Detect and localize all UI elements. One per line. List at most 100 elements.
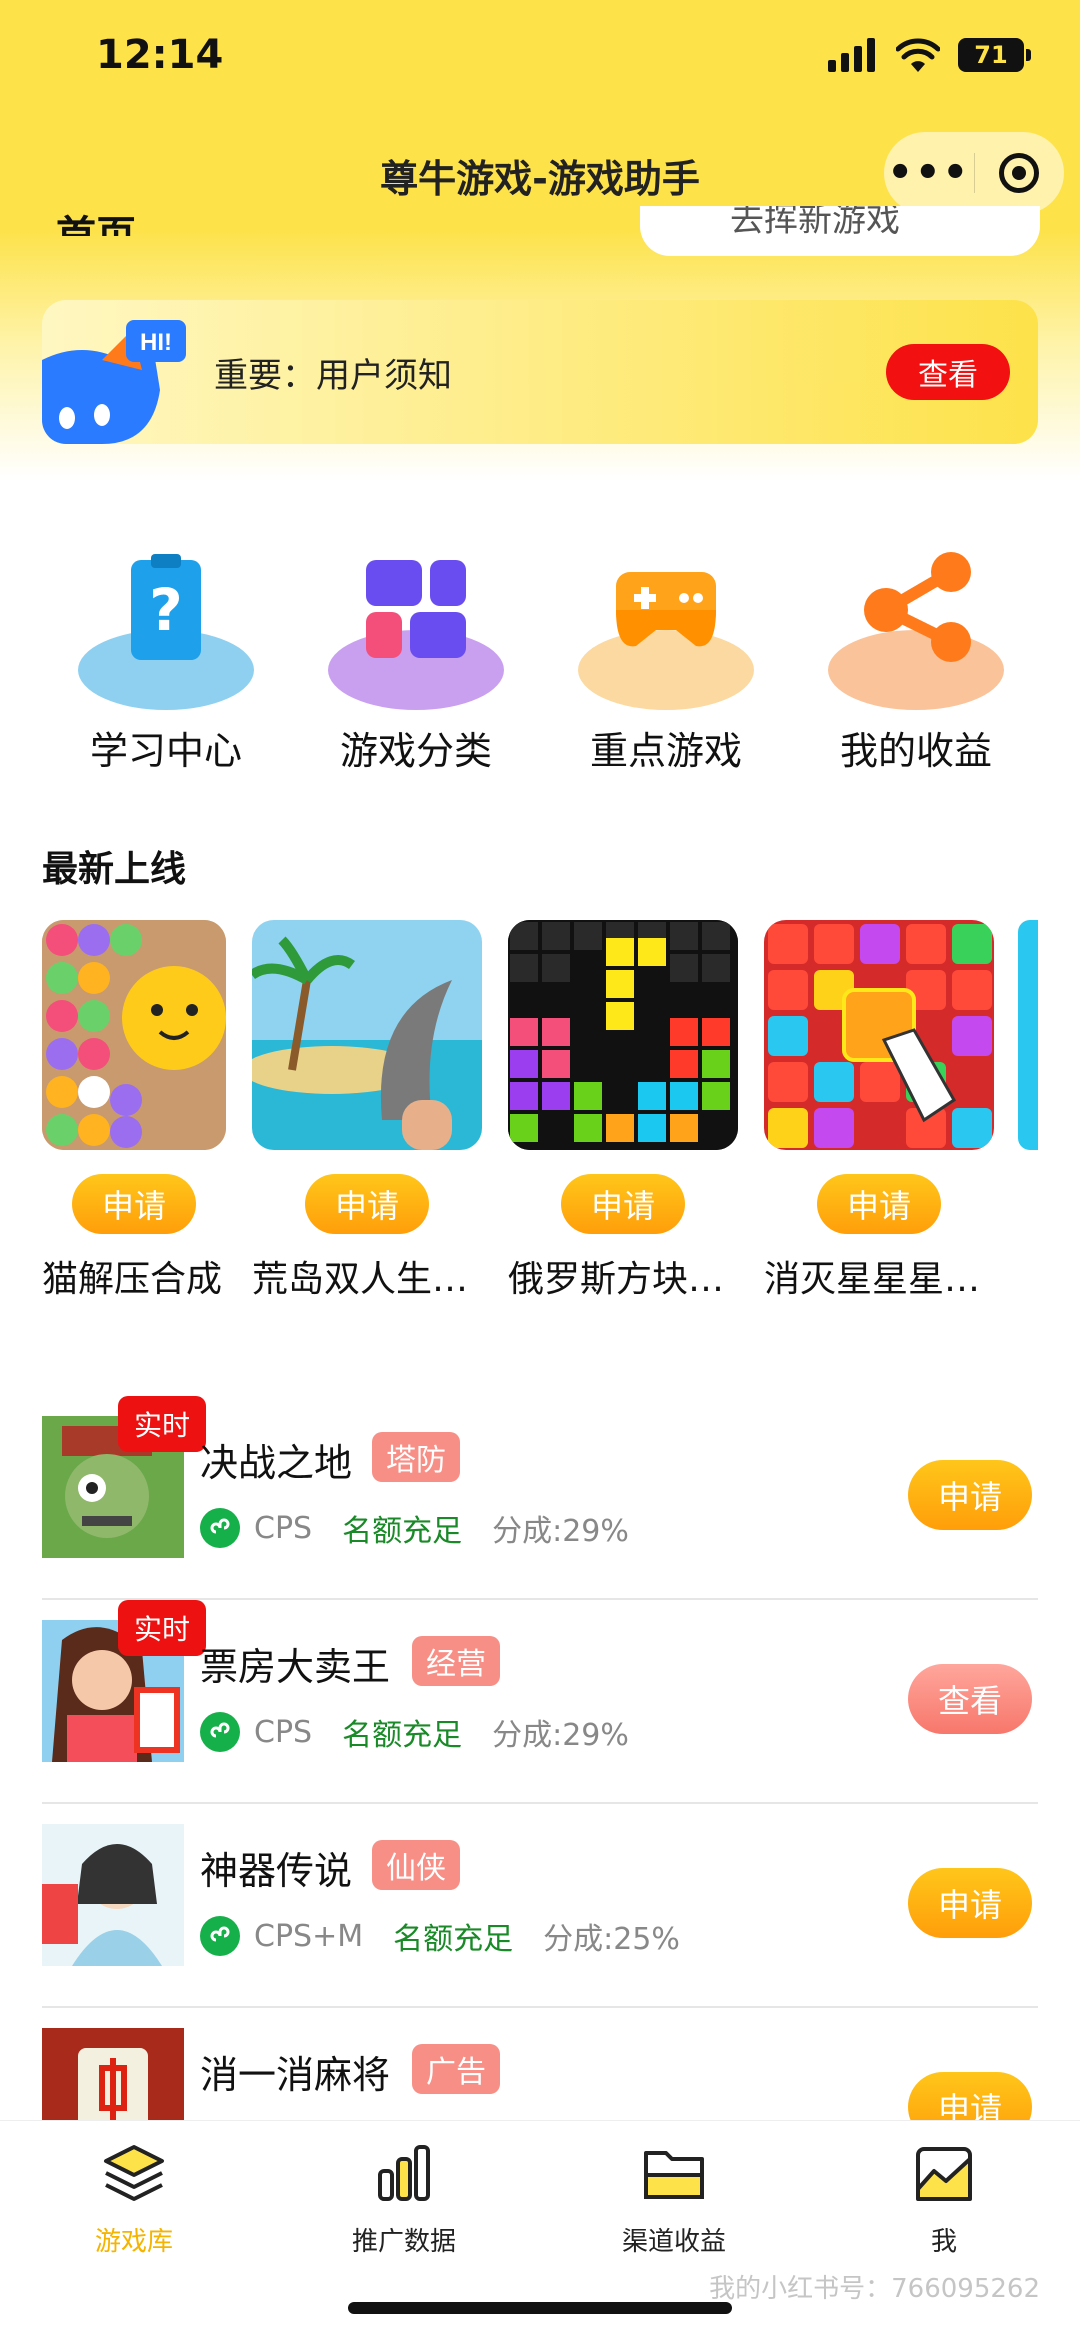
tetris-game-art	[508, 920, 738, 1150]
wifi-icon	[896, 38, 940, 72]
game-thumbnail	[42, 1824, 184, 1966]
revenue-share: 分成:29%	[492, 1718, 629, 1753]
question-clipboard-icon: ?	[78, 554, 254, 710]
new-game-card[interactable]: 申请 俄罗斯方块…	[508, 920, 738, 1302]
tab-label: 我	[930, 2227, 957, 2257]
artifact-game-art	[42, 1824, 184, 1966]
watermark-text: 我的小红书号：766095262	[709, 2274, 1040, 2304]
signal-icon	[828, 38, 875, 72]
search-bar[interactable]: 去挥新游戏	[640, 206, 1040, 256]
quick-learning-center[interactable]: ? 学习中心	[56, 550, 276, 775]
status-bar: 12:14 71	[0, 0, 1080, 120]
apply-button[interactable]: 申请	[817, 1174, 941, 1234]
new-game-card[interactable]: 申请 荒岛双人生…	[252, 920, 482, 1302]
quick-key-games[interactable]: 重点游戏	[556, 550, 776, 775]
quota-status: 名额充足	[342, 1718, 463, 1753]
tab-promo-data[interactable]: 推广数据	[304, 2141, 504, 2258]
quick-label: 游戏分类	[339, 729, 492, 773]
close-miniprogram-button[interactable]	[975, 153, 1065, 193]
notice-view-button[interactable]: 查看	[886, 344, 1010, 400]
revenue-share: 分成:29%	[492, 1514, 629, 1549]
island-game-art	[252, 920, 482, 1150]
svg-text:?: ?	[149, 576, 183, 644]
game-thumbnail	[508, 920, 738, 1150]
apply-button[interactable]: 申请	[908, 1868, 1032, 1938]
game-name: 消一消麻将	[200, 2053, 391, 2097]
tab-me[interactable]: 我	[844, 2141, 1044, 2258]
game-name: 神器传说	[200, 1849, 353, 1893]
tab-label: 游戏库	[94, 2227, 173, 2257]
tab-label: 渠道收益	[621, 2227, 726, 2257]
quick-label: 学习中心	[89, 729, 242, 773]
billing-type: CPS+M	[254, 1918, 364, 1954]
quick-my-earnings[interactable]: 我的收益	[806, 550, 1026, 775]
next-game-peek	[1018, 920, 1038, 1150]
section-title-newest: 最新上线	[42, 849, 187, 890]
game-list-row[interactable]: 实时 决战之地 塔防 CPS 名额充足 分成:29% 申请	[42, 1396, 1038, 1600]
target-icon	[999, 153, 1040, 193]
svg-text:HI!: HI!	[140, 329, 172, 356]
quota-status: 名额充足	[342, 1514, 463, 1549]
notice-banner[interactable]: HI! 重要：用户须知 查看	[42, 300, 1038, 444]
game-meta: CPS 名额充足 分成:29%	[200, 1506, 629, 1550]
game-name: 决战之地	[200, 1441, 353, 1485]
battery-indicator: 71	[958, 38, 1031, 72]
new-game-card[interactable]: 申请 猫解压合成	[42, 920, 226, 1302]
game-meta: CPS+M 名额充足 分成:25%	[200, 1914, 680, 1958]
genre-tag: 仙侠	[372, 1840, 460, 1890]
billing-type: CPS	[254, 1510, 313, 1546]
category-grid-icon	[328, 560, 504, 710]
view-button[interactable]: 查看	[908, 1664, 1032, 1734]
quota-status: 名额充足	[393, 1922, 514, 1957]
apply-button[interactable]: 申请	[305, 1174, 429, 1234]
game-name: 荒岛双人生…	[252, 1259, 469, 1300]
gamepad-icon	[578, 572, 754, 710]
cat-game-art	[42, 920, 226, 1150]
miniprogram-capsule: •••	[884, 132, 1064, 214]
tab-channel-earnings[interactable]: 渠道收益	[574, 2141, 774, 2258]
genre-tag: 塔防	[372, 1432, 460, 1482]
share-nodes-icon	[828, 552, 1004, 710]
new-game-card[interactable]: 申请 消灭星星星…	[764, 920, 994, 1302]
game-thumbnail	[764, 920, 994, 1150]
tab-label: 推广数据	[351, 2227, 456, 2257]
quick-label: 我的收益	[839, 729, 992, 773]
game-list-row[interactable]: 神器传说 仙侠 CPS+M 名额充足 分成:25% 申请	[42, 1804, 1038, 2008]
miniprogram-icon	[200, 1712, 240, 1752]
tab-game-library[interactable]: 游戏库	[34, 2141, 234, 2258]
apply-button[interactable]: 申请	[908, 1460, 1032, 1530]
game-meta: CPS 名额充足 分成:29%	[200, 1710, 629, 1754]
quick-label: 重点游戏	[589, 729, 742, 773]
home-indicator	[348, 2302, 732, 2314]
home-heading: 首页	[56, 213, 136, 236]
game-list-row[interactable]: 实时 票房大卖王 经营 CPS 名额充足 分成:29% 查看	[42, 1600, 1038, 1804]
apply-button[interactable]: 申请	[72, 1174, 196, 1234]
live-badge: 实时	[118, 1600, 206, 1656]
game-name: 猫解压合成	[42, 1259, 223, 1300]
genre-tag: 广告	[412, 2044, 500, 2094]
quick-game-category[interactable]: 游戏分类	[306, 550, 526, 775]
layers-icon	[104, 2145, 164, 2201]
mascot-hi-icon: HI!	[42, 320, 186, 444]
live-badge: 实时	[118, 1396, 206, 1452]
genre-tag: 经营	[412, 1636, 500, 1686]
notice-text: 重要：用户须知	[214, 356, 452, 396]
game-thumbnail	[42, 920, 226, 1150]
star-game-art	[764, 920, 994, 1150]
trend-image-icon	[916, 2147, 972, 2201]
game-name: 俄罗斯方块…	[508, 1259, 725, 1300]
miniprogram-icon	[200, 1508, 240, 1548]
more-menu-button[interactable]: •••	[884, 132, 974, 214]
revenue-share: 分成:25%	[543, 1922, 680, 1957]
folder-icon	[644, 2151, 704, 2199]
game-name: 票房大卖王	[200, 1645, 391, 1689]
game-thumbnail	[252, 920, 482, 1150]
billing-type: CPS	[254, 1714, 313, 1750]
status-time: 12:14	[96, 32, 224, 78]
apply-button[interactable]: 申请	[561, 1174, 685, 1234]
miniprogram-icon	[200, 1916, 240, 1956]
bar-chart-icon	[378, 2145, 430, 2201]
search-placeholder: 去挥新游戏	[730, 206, 900, 240]
status-icons: 71	[828, 38, 1031, 72]
game-name: 消灭星星星…	[764, 1259, 981, 1300]
